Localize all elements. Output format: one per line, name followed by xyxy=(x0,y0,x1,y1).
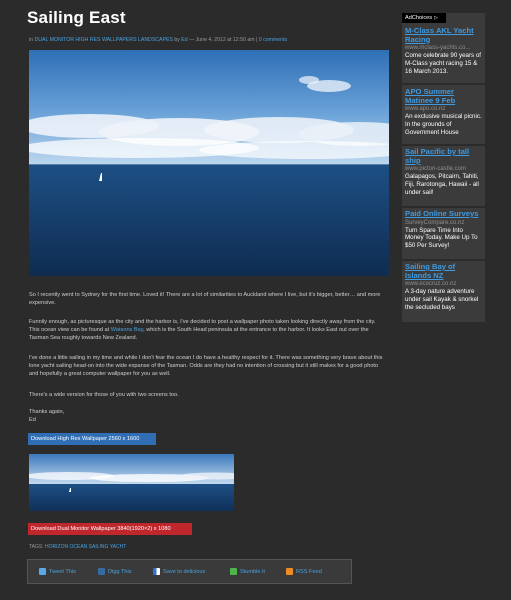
tag-link[interactable]: YACHT xyxy=(110,544,127,550)
tag-link[interactable]: SAILING xyxy=(89,544,109,550)
post-title[interactable]: Sailing East xyxy=(27,8,126,28)
stumbleupon-icon xyxy=(230,568,237,575)
tweet-this-link[interactable]: Tweet This xyxy=(39,568,76,575)
adchoices-badge[interactable]: AdChoices ▷ xyxy=(402,13,446,23)
ad-item[interactable]: Sailing Bay of Islands NZ www.ecocruz.co… xyxy=(405,262,483,312)
ad-title[interactable]: M-Class AKL Yacht Racing xyxy=(405,26,483,44)
ad-divider xyxy=(402,83,485,85)
ad-description: Galapagos, Pitcairn, Tahiti, Fiji, Rarot… xyxy=(405,173,479,196)
ad-description: Come celebrate 90 years of M-Class yacht… xyxy=(405,52,482,75)
ad-url: SurveyCompare.co.nz xyxy=(405,219,465,226)
ad-description: A 3-day nature adventure under sail Kaya… xyxy=(405,288,479,311)
share-label: Save to delicious xyxy=(163,568,206,575)
ad-description: An exclusive musical picnic. In the grou… xyxy=(405,113,482,136)
ad-divider xyxy=(402,144,485,146)
category-link[interactable]: DUAL MONITOR HIGH RES WALLPAPERS LANDSCA… xyxy=(35,37,173,43)
signoff: Thanks again, Ed xyxy=(29,408,384,424)
ad-item[interactable]: M-Class AKL Yacht Racing www.mclass-yach… xyxy=(405,26,483,76)
tag-link[interactable]: OCEAN xyxy=(69,544,87,550)
paragraph-sailing: I've done a little sailing in my time an… xyxy=(29,355,383,378)
ad-url: www.mclass-yachts.co... xyxy=(405,45,471,52)
digg-icon xyxy=(98,568,105,575)
author-link[interactable]: Ed xyxy=(181,37,187,43)
watsons-bay-link[interactable]: Watsons Bay xyxy=(111,327,143,333)
share-label: Digg This xyxy=(108,568,132,575)
adchoices-label: AdChoices xyxy=(405,15,433,21)
share-label: RSS Feed xyxy=(296,568,322,575)
ad-divider xyxy=(402,206,485,208)
paragraph-location: Funnily enough, as picturesque as the ci… xyxy=(29,318,384,343)
stumble-it-link[interactable]: Stumble it xyxy=(230,568,265,575)
hero-photo[interactable] xyxy=(29,50,389,276)
ad-item[interactable]: Sail Pacific by tall ship www.picton-cas… xyxy=(405,147,483,197)
delicious-icon xyxy=(153,568,160,575)
comments-link[interactable]: 0 comments xyxy=(259,37,287,43)
ad-item[interactable]: Paid Online Surveys SurveyCompare.co.nz … xyxy=(405,209,483,250)
tag-link[interactable]: HORIZON xyxy=(45,544,68,550)
paragraph-wide-version: There's a wide version for those of you … xyxy=(29,392,179,398)
ad-url: www.apo.co.nz xyxy=(405,106,446,113)
signoff-name: Ed xyxy=(29,417,36,424)
download-hires-button[interactable]: Download High Res Wallpaper 2560 x 1600 xyxy=(28,433,156,445)
wide-ocean-image xyxy=(29,454,234,511)
ad-divider xyxy=(402,259,485,261)
ad-description: Turn Spare Time Into Money Today. Make U… xyxy=(405,226,478,250)
ad-title[interactable]: Sail Pacific by tall ship xyxy=(405,147,483,165)
rss-icon xyxy=(286,568,293,575)
digg-this-link[interactable]: Digg This xyxy=(98,568,132,575)
ocean-image xyxy=(29,50,389,276)
ad-title[interactable]: Sailing Bay of Islands NZ xyxy=(405,262,483,280)
ad-title[interactable]: APO Summer Matinee 9 Feb xyxy=(405,87,483,105)
twitter-icon xyxy=(39,568,46,575)
signoff-thanks: Thanks again, xyxy=(29,409,65,415)
post-date: — June 4, 2012 at 12:50 am | xyxy=(189,37,258,43)
delicious-link[interactable]: Save to delicious xyxy=(153,568,205,575)
share-label: Stumble it xyxy=(240,568,265,575)
share-bar: Tweet This Digg This Save to delicious S… xyxy=(27,559,352,584)
share-label: Tweet This xyxy=(49,568,76,575)
ad-item[interactable]: APO Summer Matinee 9 Feb www.apo.co.nz A… xyxy=(405,87,483,137)
download-dual-button[interactable]: Download Dual Monitor Wallpaper 3840(192… xyxy=(28,523,192,535)
dual-monitor-thumbnail[interactable] xyxy=(29,454,234,511)
ad-title[interactable]: Paid Online Surveys xyxy=(405,209,483,219)
meta-in: in xyxy=(29,37,34,43)
ad-url: www.ecocruz.co.nz xyxy=(405,281,457,288)
post-meta: in DUAL MONITOR HIGH RES WALLPAPERS LAND… xyxy=(29,37,389,43)
adchoices-icon: ▷ xyxy=(434,15,438,21)
tags-label: TAGS: xyxy=(29,544,44,550)
paragraph-intro: So I recently went to Sydney for the fir… xyxy=(29,292,381,307)
ad-sidebar: AdChoices ▷ M-Class AKL Yacht Racing www.… xyxy=(402,13,485,322)
post-tags: TAGS: HORIZON OCEAN SAILING YACHT xyxy=(29,544,126,550)
ad-url: www.picton-castle.com xyxy=(405,166,467,173)
rss-feed-link[interactable]: RSS Feed xyxy=(286,568,322,575)
meta-by: by xyxy=(174,37,180,43)
